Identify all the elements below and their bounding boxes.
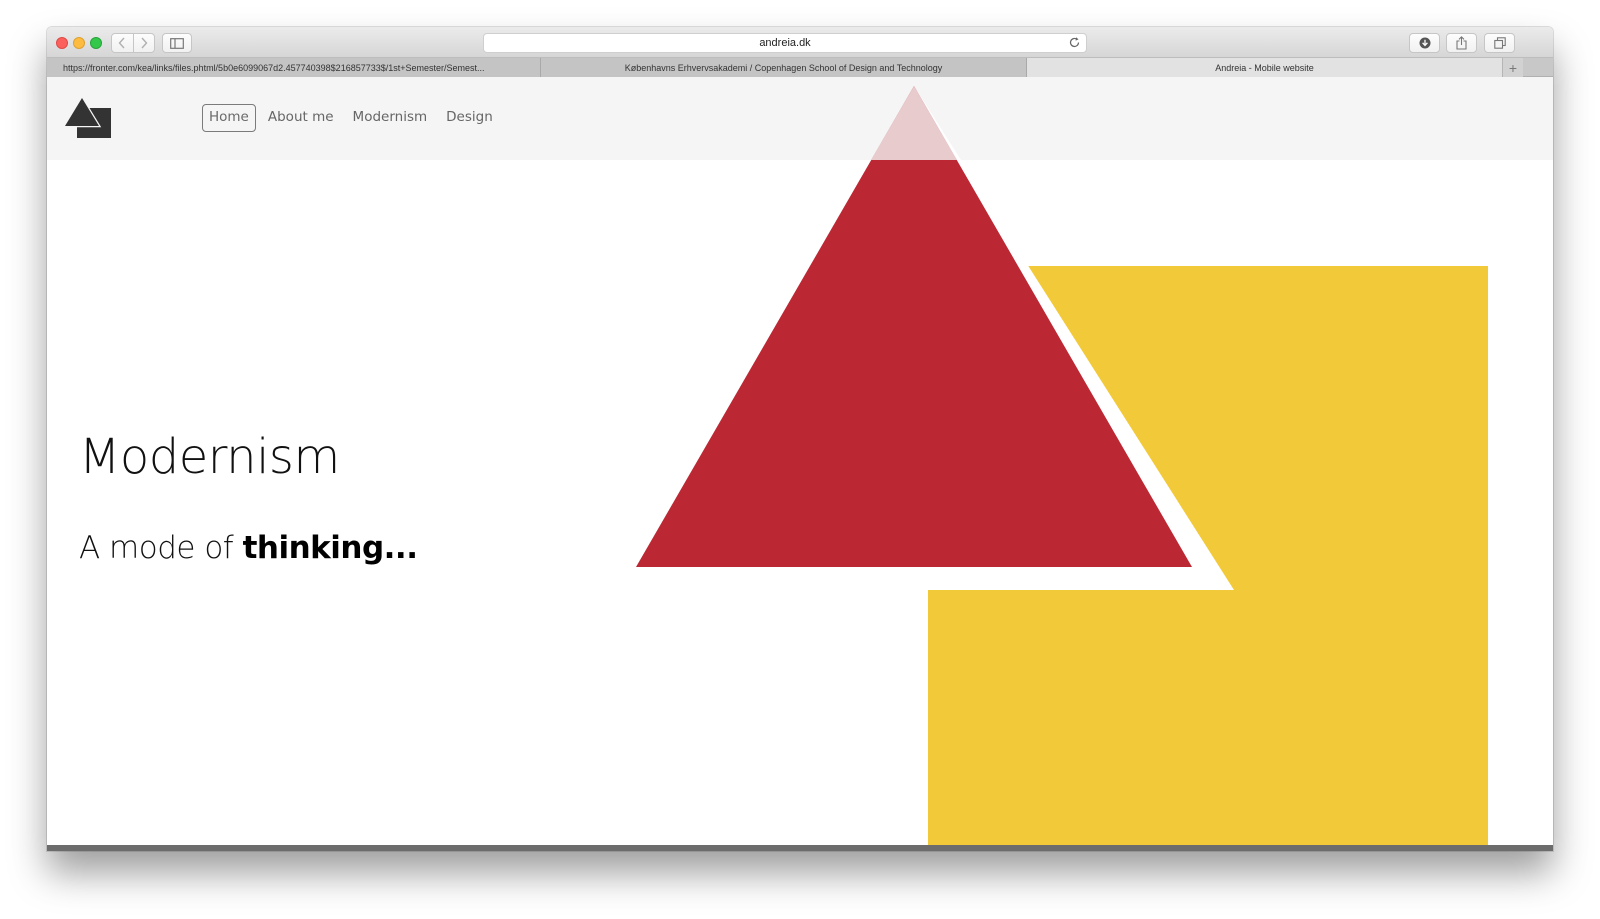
- browser-toolbar: andreia.dk: [47, 27, 1553, 58]
- minimize-window-button[interactable]: [73, 37, 85, 49]
- sidebar-toggle-button[interactable]: [162, 33, 192, 53]
- share-button[interactable]: [1446, 33, 1477, 53]
- close-window-button[interactable]: [56, 37, 68, 49]
- tab-kea[interactable]: Københavns Erhvervsakademi / Copenhagen …: [541, 58, 1027, 77]
- page-viewport: Home About me Modernism Design Modernism…: [47, 77, 1553, 851]
- back-button[interactable]: [112, 34, 133, 52]
- address-bar[interactable]: andreia.dk: [483, 33, 1087, 53]
- sidebar-icon: [170, 37, 184, 49]
- tab-title: https://fronter.com/kea/links/files.phtm…: [63, 62, 485, 73]
- hero-subtitle-bold: thinking...: [242, 530, 418, 566]
- window-bottom-edge: [47, 845, 1553, 851]
- tabs-overview-icon: [1493, 37, 1506, 49]
- address-text: andreia.dk: [759, 37, 811, 49]
- tab-title: Københavns Erhvervsakademi / Copenhagen …: [624, 62, 943, 73]
- tab-fronter[interactable]: https://fronter.com/kea/links/files.phtm…: [47, 58, 541, 77]
- tab-andreia-active[interactable]: Andreia - Mobile website: [1027, 58, 1503, 77]
- tab-overview-button[interactable]: [1484, 33, 1515, 53]
- reload-icon[interactable]: [1068, 36, 1081, 49]
- forward-button[interactable]: [132, 34, 155, 52]
- browser-window: andreia.dk https://fronter.com/kea/links…: [47, 27, 1553, 851]
- plus-icon: +: [1508, 59, 1518, 76]
- hero-title: Modernism: [79, 429, 340, 485]
- share-icon: [1456, 36, 1467, 50]
- download-icon: [1419, 37, 1430, 49]
- hero-subtitle: A mode of thinking...: [79, 530, 418, 566]
- chevron-left-icon: [118, 37, 125, 49]
- chevron-right-icon: [141, 37, 148, 49]
- zoom-window-button[interactable]: [90, 37, 102, 49]
- back-forward-group: [111, 33, 155, 53]
- tab-strip: https://fronter.com/kea/links/files.phtm…: [47, 58, 1553, 77]
- new-tab-button[interactable]: +: [1503, 58, 1523, 77]
- pink-triangle-tip: [871, 86, 957, 160]
- tab-title: Andreia - Mobile website: [1215, 62, 1314, 73]
- downloads-button[interactable]: [1409, 33, 1440, 53]
- hero-subtitle-light: A mode of: [79, 530, 243, 566]
